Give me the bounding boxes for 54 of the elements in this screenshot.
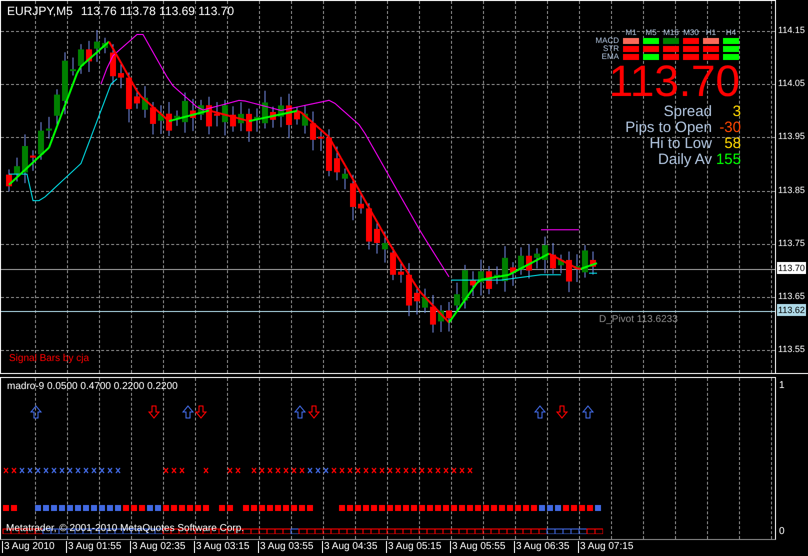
time-label: 3 Aug 03:15 <box>194 541 250 553</box>
down-arrow-icon <box>194 406 208 419</box>
indicator-credit: Signal Bars by cja <box>9 352 90 366</box>
pivot-price-tag: 113.62 <box>777 304 806 316</box>
time-label: 3 Aug 04:35 <box>322 541 378 553</box>
price-tick: 113.95 <box>778 130 805 142</box>
price-tick: 114.05 <box>778 77 805 89</box>
timeframe-label: M5 <box>644 28 658 37</box>
price-tick: 113.75 <box>778 237 805 249</box>
indicator-title: madro-9 0.0500 0.4700 0.2200 0.2200 <box>7 381 178 393</box>
time-label: 3 Aug 03:55 <box>258 541 314 553</box>
time-label: 3 Aug 05:55 <box>450 541 506 553</box>
time-label: 3 Aug 05:15 <box>386 541 442 553</box>
signal-row-label: EMA <box>602 53 620 61</box>
time-label: 3 Aug 02:35 <box>130 541 186 553</box>
up-arrow-icon <box>294 405 306 418</box>
current-price: 113.70 <box>608 62 740 102</box>
indicator-axis-label: 0 <box>779 526 785 538</box>
timeframe-label: M15 <box>662 28 680 37</box>
price-tick: 114.15 <box>778 24 805 36</box>
stat-label: Pips to Open <box>625 120 712 136</box>
stat-label: Daily Av <box>657 152 712 168</box>
down-arrow-icon <box>148 406 160 419</box>
stat-value: 3 <box>732 104 741 120</box>
time-label: 3 Aug 2010 <box>2 541 55 553</box>
up-arrow-icon <box>534 405 546 418</box>
indicator-axis-label: 1 <box>779 380 785 392</box>
stat-value: -30 <box>718 120 741 136</box>
up-arrow-icon <box>582 405 594 418</box>
time-label: 3 Aug 01:55 <box>66 541 122 553</box>
ohlc-values: 113.76 113.78 113.69 113.70 <box>80 4 234 18</box>
down-arrow-icon <box>556 406 568 419</box>
up-arrow-icon <box>182 405 194 418</box>
price-tick: 113.65 <box>778 290 805 302</box>
stat-value: 155 <box>716 152 741 168</box>
pivot-label: D_Pivot 113.6233 <box>599 313 678 327</box>
signal-row-label: MACD <box>595 37 620 45</box>
time-label: 3 Aug 07:15 <box>578 541 634 553</box>
timeframe-label: H1 <box>704 28 718 37</box>
timeframe-label: M1 <box>624 28 638 37</box>
lower-band-line <box>588 272 598 274</box>
time-label: 3 Aug 06:35 <box>514 541 570 553</box>
upper-band-line <box>540 229 580 230</box>
down-arrow-icon <box>308 406 320 419</box>
symbol-label: EURJPY,M5 <box>7 4 73 18</box>
timeframe-label: M30 <box>682 28 700 37</box>
current-price-tag: 113.70 <box>777 262 806 274</box>
price-tick: 113.85 <box>778 184 805 196</box>
stat-value: 58 <box>723 136 741 152</box>
price-tick: 113.55 <box>778 343 805 355</box>
up-arrow-icon <box>30 405 42 418</box>
stat-label: Spread <box>662 104 712 120</box>
signal-row-label: STR <box>603 45 620 53</box>
stat-label: Hi to Low <box>649 136 712 152</box>
